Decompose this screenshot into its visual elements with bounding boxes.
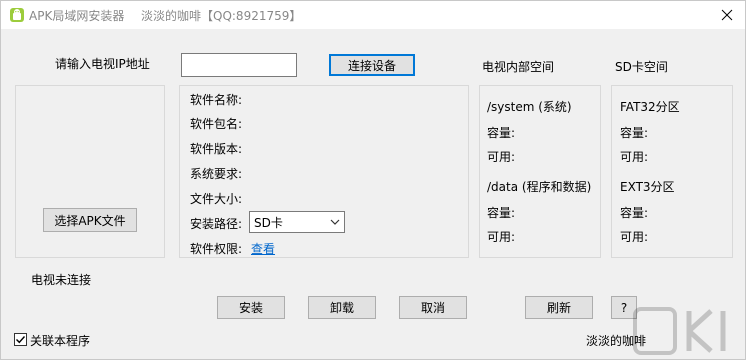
file-size-label: 文件大小: bbox=[190, 192, 243, 206]
close-button[interactable] bbox=[709, 1, 745, 29]
install-path-value: SD卡 bbox=[254, 215, 283, 230]
install-path-label: 安装路径: bbox=[190, 217, 243, 231]
android-app-icon bbox=[10, 8, 24, 22]
data-available-label: 可用: bbox=[487, 230, 516, 244]
ip-label: 请输入电视IP地址 bbox=[55, 57, 150, 71]
fat32-available-label: 可用: bbox=[620, 150, 649, 164]
ip-input[interactable] bbox=[181, 53, 297, 77]
view-permissions-link[interactable]: 查看 bbox=[251, 240, 275, 257]
connection-status: 电视未连接 bbox=[31, 273, 92, 287]
ext3-partition-label: EXT3分区 bbox=[620, 180, 675, 194]
chevron-down-icon bbox=[330, 219, 340, 225]
install-path-select[interactable]: SD卡 bbox=[249, 211, 345, 233]
window-subtitle: 淡淡的咖啡【QQ:8921759】 bbox=[141, 9, 302, 23]
version-label: 软件版本: bbox=[190, 142, 243, 156]
install-button[interactable]: 安装 bbox=[217, 296, 285, 319]
window-title: APK局域网安装器 bbox=[29, 9, 125, 23]
checkmark-icon bbox=[16, 336, 26, 344]
close-icon bbox=[721, 9, 733, 21]
fat32-partition-label: FAT32分区 bbox=[620, 100, 680, 114]
connect-button[interactable]: 连接设备 bbox=[329, 54, 415, 76]
associate-checkbox-label[interactable]: 关联本程序 bbox=[30, 332, 90, 349]
uninstall-button[interactable]: 卸载 bbox=[308, 296, 376, 319]
software-name-label: 软件名称: bbox=[190, 93, 243, 107]
watermark-logo bbox=[633, 307, 726, 355]
apk-icon-panel bbox=[15, 85, 165, 258]
data-capacity-label: 容量: bbox=[487, 206, 516, 220]
package-name-label: 软件包名: bbox=[190, 117, 243, 131]
refresh-button[interactable]: 刷新 bbox=[525, 296, 593, 319]
system-partition-label: /system (系统) bbox=[487, 100, 572, 114]
fat32-capacity-label: 容量: bbox=[620, 126, 649, 140]
sd-storage-header: SD卡空间 bbox=[615, 60, 668, 74]
system-capacity-label: 容量: bbox=[487, 126, 516, 140]
title-bar[interactable]: APK局域网安装器 淡淡的咖啡【QQ:8921759】 bbox=[1, 1, 745, 29]
app-window: APK局域网安装器 淡淡的咖啡【QQ:8921759】 请输入电视IP地址 连接… bbox=[0, 0, 746, 360]
data-partition-label: /data (程序和数据) bbox=[487, 180, 592, 194]
requirements-label: 系统要求: bbox=[190, 167, 243, 181]
internal-storage-header: 电视内部空间 bbox=[482, 60, 555, 74]
ext3-available-label: 可用: bbox=[620, 230, 649, 244]
ext3-capacity-label: 容量: bbox=[620, 206, 649, 220]
permissions-label: 软件权限: bbox=[190, 242, 243, 256]
cancel-button[interactable]: 取消 bbox=[399, 296, 467, 319]
system-available-label: 可用: bbox=[487, 150, 516, 164]
select-apk-button[interactable]: 选择APK文件 bbox=[43, 208, 137, 232]
associate-checkbox[interactable] bbox=[14, 333, 27, 346]
